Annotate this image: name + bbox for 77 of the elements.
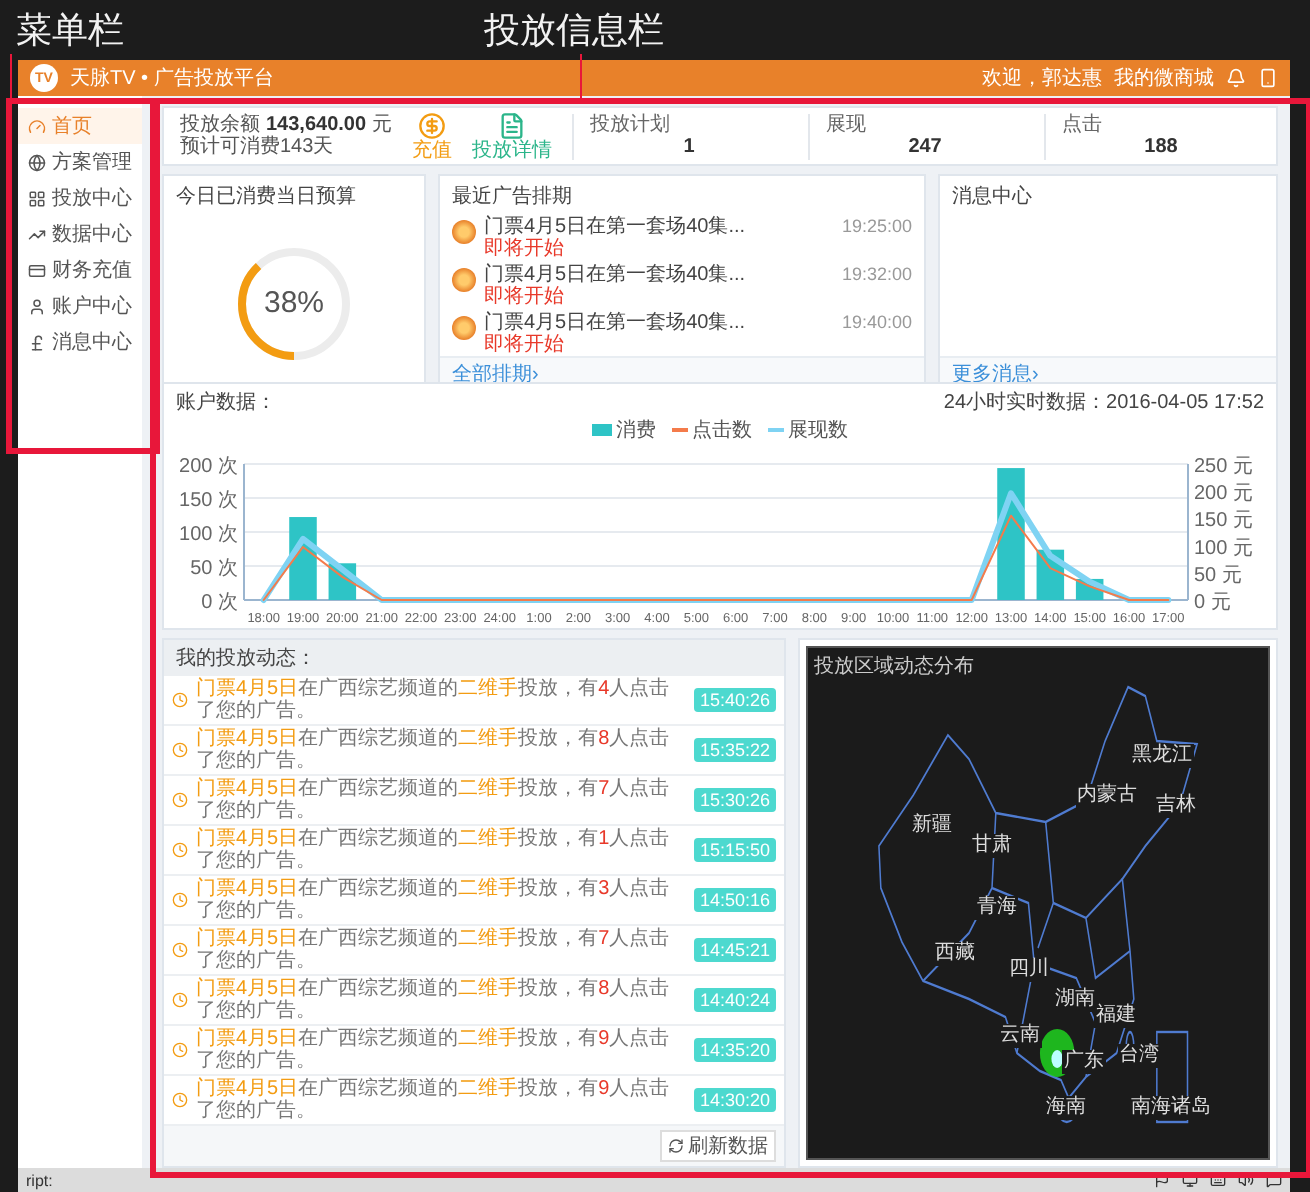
chart-title: 账户数据： [176, 389, 276, 416]
province-label: 西藏 [933, 942, 978, 966]
map-title: 投放区域动态分布 [814, 653, 974, 680]
y-tick-label: 150 元 [1194, 510, 1253, 533]
y-tick-label: 150 次 [179, 490, 238, 512]
stat-value: 1 [683, 136, 695, 159]
province-label: 湖南 [1052, 987, 1097, 1012]
stat-value: 247 [908, 136, 942, 159]
time-badge: 14:45:21 [693, 938, 776, 962]
annotation-label: 投放信息栏 [484, 8, 664, 54]
schedule-title: 门票4月5日在第一套场40集... [484, 216, 748, 238]
province-label: 四川 [1006, 957, 1051, 982]
platform-title: 天脉TV • 广告投放平台 [70, 65, 274, 92]
welcome-text: 欢迎，郭达惠 [982, 65, 1102, 92]
activity-text: 门票4月5日在广西综艺频道的二维手投放，有8人点击了您的广告。 [196, 728, 672, 772]
y-tick-label: 0 元 [1194, 592, 1231, 614]
panel-title: 我的投放动态： [164, 640, 784, 676]
schedule-time: 19:25:00 [841, 216, 912, 236]
time-badge: 15:15:50 [693, 838, 776, 862]
province-label: 甘肃 [970, 834, 1014, 859]
status-text: ript: [26, 1171, 53, 1189]
time-badge: 14:40:24 [693, 988, 776, 1012]
schedule-time: 19:40:00 [841, 312, 912, 332]
province-label: 福建 [1094, 1003, 1139, 1028]
province-label: 台湾 [1117, 1044, 1162, 1068]
time-badge: 14:35:20 [693, 1038, 776, 1062]
activity-text: 门票4月5日在广西综艺频道的二维手投放，有9人点击了您的广告。 [196, 1028, 672, 1072]
schedule-title: 门票4月5日在第一套场40集... [484, 312, 748, 334]
province-label: 黑龙江 [1130, 743, 1195, 768]
stat-label: 点击 [1062, 113, 1105, 136]
activity-text: 门票4月5日在广西综艺频道的二维手投放，有9人点击了您的广告。 [196, 1078, 672, 1122]
y-tick-label: 100 次 [179, 524, 238, 546]
y-tick-label: 50 元 [1194, 564, 1242, 587]
schedule-title: 门票4月5日在第一套场40集... [484, 264, 748, 286]
province-label: 青海 [974, 896, 1019, 921]
y-tick-label: 100 元 [1194, 537, 1253, 560]
time-badge: 15:30:26 [693, 788, 776, 812]
card-title: 消息中心 [950, 183, 1034, 212]
y-tick-label: 0 次 [201, 592, 238, 614]
card-title: 最近广告排期 [450, 183, 574, 212]
y-tick-label: 250 元 [1194, 456, 1253, 478]
schedule-status: 即将开始 [484, 334, 566, 356]
legend-item: 消费 [592, 416, 656, 444]
legend-item: 点击数 [672, 416, 752, 444]
activity-text: 门票4月5日在广西综艺频道的二维手投放，有3人点击了您的广告。 [196, 878, 672, 922]
card-title: 今日已消费当日预算 [174, 183, 358, 212]
province-label: 海南 [1043, 1095, 1088, 1119]
percent-reading: 38% [263, 286, 325, 320]
schedule-status: 即将开始 [484, 238, 566, 260]
province-label: 南海诸岛 [1129, 1095, 1214, 1119]
stat-label: 投放计划 [590, 113, 673, 136]
stat-value: 188 [1144, 136, 1178, 159]
stat-label: 展现 [826, 113, 869, 136]
y-tick-label: 200 次 [179, 456, 238, 478]
realtime-label: 24小时实时数据：2016-04-05 17:52 [943, 389, 1264, 416]
legend-item: 展现数 [768, 416, 848, 444]
balance-text: 投放余额 143,640.00 元 [180, 113, 393, 135]
activity-text: 门票4月5日在广西综艺频道的二维手投放，有8人点击了您的广告。 [196, 978, 672, 1022]
province-label: 云南 [997, 1023, 1042, 1048]
schedule-time: 19:32:00 [841, 264, 912, 284]
annotation-label: 菜单栏 [16, 8, 124, 54]
province-label: 吉林 [1154, 794, 1198, 819]
schedule-status: 即将开始 [484, 286, 566, 308]
activity-text: 门票4月5日在广西综艺频道的二维手投放，有1人点击了您的广告。 [196, 828, 672, 872]
forecast-text: 预计可消费143天 [180, 136, 336, 159]
province-label: 广东 [1062, 1049, 1106, 1074]
time-badge: 15:35:22 [693, 738, 776, 762]
activity-text: 门票4月5日在广西综艺频道的二维手投放，有4人点击了您的广告。 [196, 678, 672, 722]
y-tick-label: 200 元 [1194, 483, 1253, 506]
province-label: 内蒙古 [1075, 783, 1139, 808]
time-badge: 14:50:16 [693, 888, 776, 912]
activity-text: 门票4月5日在广西综艺频道的二维手投放，有7人点击了您的广告。 [196, 928, 672, 972]
time-badge: 14:30:20 [693, 1088, 776, 1112]
activity-text: 门票4月5日在广西综艺频道的二维手投放，有7人点击了您的广告。 [196, 778, 672, 822]
time-badge: 15:40:26 [693, 688, 776, 712]
province-label: 新疆 [910, 814, 955, 839]
y-tick-label: 50 次 [190, 558, 238, 580]
